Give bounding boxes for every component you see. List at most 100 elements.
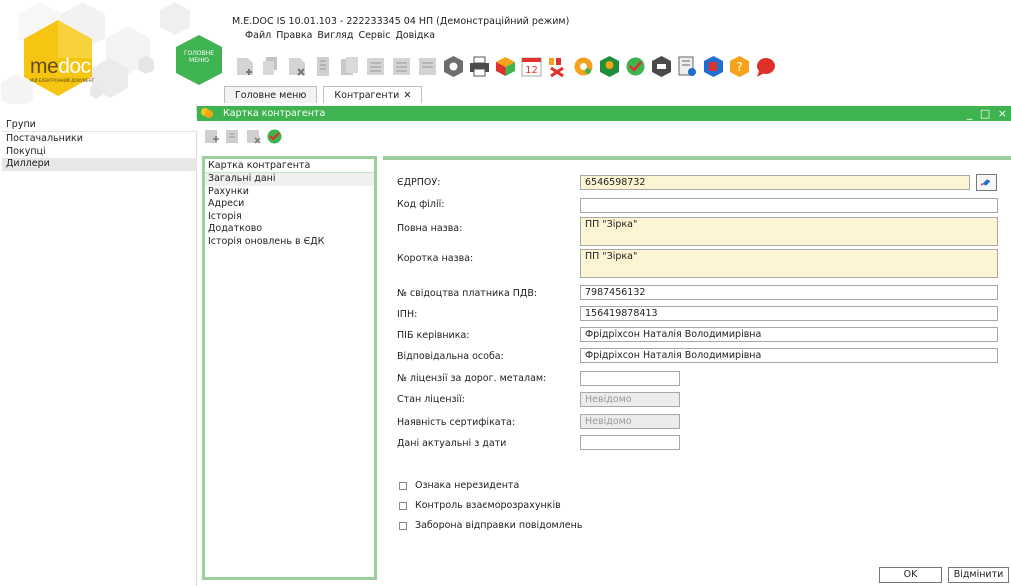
gear-icon[interactable] (572, 55, 595, 78)
cancel-button[interactable]: Відмінити (948, 567, 1009, 583)
responsible-field[interactable]: Фрідріхсон Наталія Володимирівна (580, 348, 998, 363)
group-item-buyers[interactable]: Покупці (2, 146, 197, 159)
tab-main-menu-label: Головне меню (235, 90, 307, 101)
logo-subtitle: МІЙ ЕЛЕКТРОННИЙ ДОКУМЕНТ (30, 78, 95, 83)
checkbox-box[interactable] (399, 481, 407, 490)
delete-record-icon[interactable] (245, 128, 262, 145)
card-toolbar (203, 128, 283, 145)
menu-service[interactable]: Сервіс (358, 30, 390, 41)
app-header: medoc МІЙ ЕЛЕКТРОННИЙ ДОКУМЕНТ ГОЛОВНЕ М… (0, 0, 1011, 104)
edrpou-lookup-button[interactable] (976, 174, 997, 191)
window-controls[interactable]: _ □ × (967, 106, 1009, 121)
short-name-label: Коротка назва: (397, 253, 474, 264)
list-icon[interactable] (416, 55, 439, 78)
nav-item-general[interactable]: Загальні дані (205, 173, 374, 186)
nav-item-history[interactable]: Історія (205, 211, 374, 224)
director-field[interactable]: Фрідріхсон Наталія Володимирівна (580, 327, 998, 342)
vat-cert-field[interactable]: 7987456132 (580, 285, 998, 300)
edrpou-field[interactable]: 6546598732 (580, 175, 970, 190)
menu-view[interactable]: Вигляд (317, 30, 353, 41)
delete-document-icon[interactable] (286, 55, 309, 78)
svg-text:?: ? (736, 60, 742, 74)
tab-main-menu[interactable]: Головне меню (224, 86, 318, 103)
list-icon[interactable] (364, 55, 387, 78)
certificate-label: Наявність сертифіката: (397, 417, 516, 428)
list-icon[interactable] (390, 55, 413, 78)
form-top-divider (383, 156, 1011, 160)
reports-icon[interactable] (546, 55, 569, 78)
svg-text:12: 12 (525, 65, 538, 76)
full-name-field[interactable]: ПП "Зірка" (580, 217, 998, 246)
shield-icon[interactable] (442, 55, 465, 78)
tab-contractors-label: Контрагенти (334, 90, 400, 101)
box-icon[interactable] (494, 55, 517, 78)
tab-bar: Головне меню Контрагенти ✕ (224, 86, 428, 103)
edrpou-label: ЄДРПОУ: (397, 177, 441, 188)
save-record-icon[interactable] (266, 128, 283, 145)
printer-icon[interactable] (468, 55, 491, 78)
menu-help[interactable]: Довідка (395, 30, 435, 41)
groups-list: Постачальники Покупці Диллери (2, 133, 197, 171)
help-book-icon[interactable] (702, 55, 725, 78)
copy-document-icon[interactable] (260, 55, 283, 78)
card-nav-title: Картка контрагента (205, 159, 374, 173)
card-nav-panel: Картка контрагента Загальні дані Рахунки… (202, 156, 377, 580)
groups-title: Групи (2, 118, 197, 132)
block-messages-label: Заборона відправки повідомлень (415, 520, 583, 531)
refresh-icon[interactable] (598, 55, 621, 78)
vat-cert-label: № свідоцтва платника ПДВ: (397, 288, 538, 299)
create-document-icon[interactable] (234, 55, 257, 78)
document-icon[interactable] (312, 55, 335, 78)
ipn-field[interactable]: 156419878413 (580, 306, 998, 321)
settings-icon[interactable] (676, 55, 699, 78)
license-label: № ліцензії за дорог. металам: (397, 373, 547, 384)
help-icon[interactable]: ? (728, 55, 751, 78)
short-name-field[interactable]: ПП "Зірка" (580, 249, 998, 278)
director-label: ПІБ керівника: (397, 330, 470, 341)
logo: medoc (30, 55, 91, 79)
date-label: Дані актуальні з дати (397, 438, 507, 449)
checkbox-box[interactable] (399, 501, 407, 510)
nonresident-checkbox[interactable]: Ознака нерезидента (399, 480, 519, 491)
nonresident-label: Ознака нерезидента (415, 480, 520, 491)
groups-panel: Групи Постачальники Покупці Диллери (0, 104, 197, 586)
window-title: M.E.DOC IS 10.01.103 - 222233345 04 НП (… (232, 16, 570, 27)
responsible-label: Відповідальна особа: (397, 351, 504, 362)
home-menu-label: ГОЛОВНЕ МЕНЮ (183, 50, 215, 64)
group-item-dealers[interactable]: Диллери (2, 158, 197, 171)
menu-bar: Файл Правка Вигляд Сервіс Довідка (245, 30, 435, 41)
group-item-suppliers[interactable]: Постачальники (2, 133, 197, 146)
edit-record-icon[interactable] (224, 128, 241, 145)
ok-button[interactable]: OK (879, 567, 942, 583)
shield-icon[interactable] (650, 55, 673, 78)
lookup-icon (980, 179, 991, 186)
chat-icon[interactable] (754, 55, 777, 78)
full-name-label: Повна назва: (397, 223, 463, 234)
calendar-icon[interactable]: 12 (520, 55, 543, 78)
settlement-control-label: Контроль взаєморозрахунків (415, 500, 561, 511)
menu-file[interactable]: Файл (245, 30, 271, 41)
nav-item-edk-history[interactable]: Історія оновлень в ЄДК (205, 236, 374, 249)
branch-code-field[interactable] (580, 198, 998, 213)
checkbox-box[interactable] (399, 521, 407, 530)
nav-item-addresses[interactable]: Адреси (205, 198, 374, 211)
tab-contractors[interactable]: Контрагенти ✕ (323, 86, 423, 103)
documents-icon[interactable] (338, 55, 361, 78)
block-messages-checkbox[interactable]: Заборона відправки повідомлень (399, 520, 582, 531)
date-field[interactable] (580, 435, 680, 450)
nav-item-additional[interactable]: Додатково (205, 223, 374, 236)
branch-code-label: Код філії: (397, 199, 445, 210)
close-tab-icon[interactable]: ✕ (403, 90, 411, 101)
main-toolbar: 12 ? (234, 50, 780, 82)
card-window-title: Картка контрагента (197, 106, 1011, 121)
settlement-control-checkbox[interactable]: Контроль взаєморозрахунків (399, 500, 561, 511)
logo-me: me (30, 55, 59, 78)
nav-item-accounts[interactable]: Рахунки (205, 186, 374, 199)
menu-edit[interactable]: Правка (276, 30, 312, 41)
logo-doc: doc (58, 55, 91, 78)
check-icon[interactable] (624, 55, 647, 78)
license-field[interactable] (580, 371, 680, 386)
license-state-label: Стан ліцензії: (397, 394, 465, 405)
contractor-card-icon (201, 108, 213, 118)
add-record-icon[interactable] (203, 128, 220, 145)
